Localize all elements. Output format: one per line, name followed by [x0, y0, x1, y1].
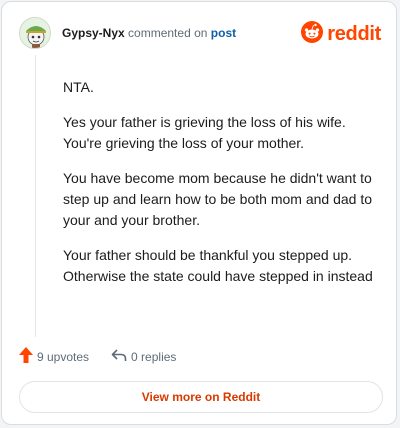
- upvote-arrow-icon: [19, 347, 33, 366]
- reddit-logo-icon: [301, 21, 324, 48]
- comment-card: Gypsy-Nyx commented on post reddit NTA. …: [1, 1, 397, 425]
- comment-body: NTA. Yes your father is grieving the los…: [63, 77, 381, 301]
- reply-count: 0 replies: [131, 349, 177, 364]
- comment-paragraph: Yes your father is grieving the loss of …: [63, 114, 346, 151]
- thread-line: [35, 55, 36, 337]
- upvote-count: 9 upvotes: [37, 349, 90, 364]
- reddit-wordmark: reddit: [327, 23, 381, 45]
- comment-actions: 9 upvotes 0 replies: [19, 347, 176, 366]
- reply-arrow-icon: [111, 348, 127, 365]
- action-text: commented on: [128, 26, 208, 40]
- reddit-brand[interactable]: reddit: [301, 21, 381, 48]
- comment-meta: Gypsy-Nyx commented on post: [62, 26, 236, 40]
- upvote-button[interactable]: 9 upvotes: [19, 347, 89, 366]
- snoo-avatar-icon[interactable]: [19, 17, 51, 49]
- post-link[interactable]: post: [211, 26, 236, 40]
- comment-paragraph: Your father should be thankful you stepp…: [63, 247, 373, 284]
- comment-paragraph: You have become mom because he didn't wa…: [63, 170, 372, 228]
- comment-header: Gypsy-Nyx commented on post: [19, 17, 236, 49]
- username-link[interactable]: Gypsy-Nyx: [62, 26, 125, 40]
- comment-paragraph: NTA.: [63, 79, 94, 95]
- reply-button[interactable]: 0 replies: [111, 348, 176, 365]
- view-more-button[interactable]: View more on Reddit: [19, 381, 383, 413]
